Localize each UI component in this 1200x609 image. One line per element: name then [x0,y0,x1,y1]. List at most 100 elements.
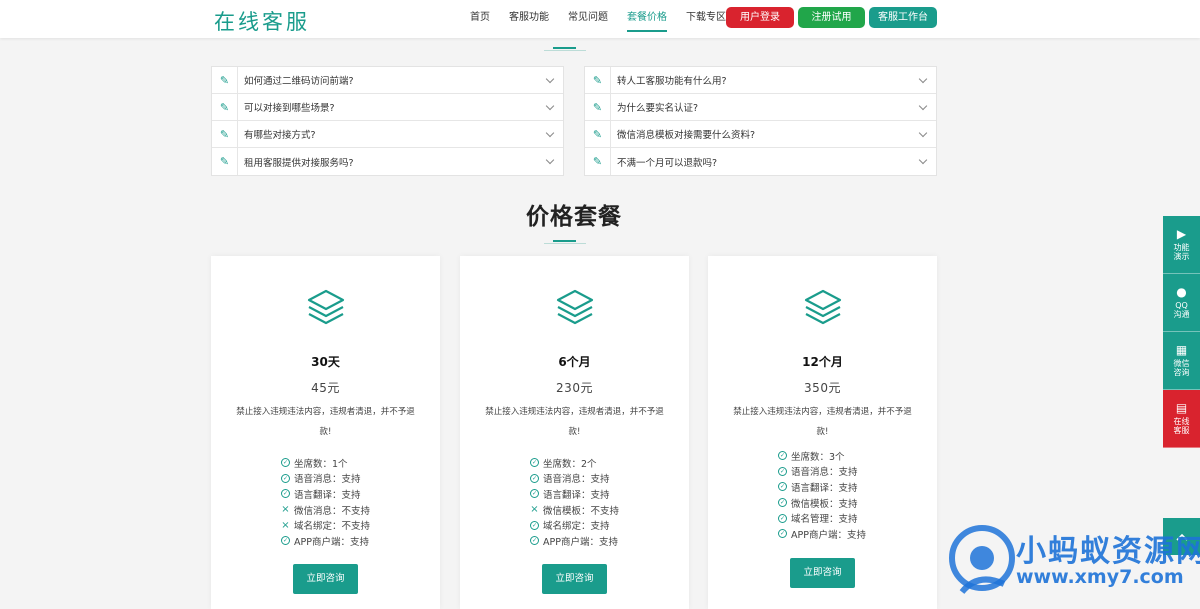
check-circle-icon: ✓ [530,473,539,483]
feature-item: ✓ 语言翻译：支持 [530,486,619,502]
site-logo[interactable]: 在线客服 [214,6,310,36]
feature-text: 坐席数：1个 [294,458,348,470]
faq-item[interactable]: ✎ 转人工客服功能有什么用? [585,66,936,94]
feature-item: ✓ 语音消息：支持 [530,471,619,487]
float-wechat[interactable]: ▦ 微信咨询 [1163,332,1200,390]
cross-icon: × [281,519,290,531]
feature-list: ✓ 坐席数：1个 ✓ 语音消息：支持 ✓ 语言翻译：支持 × 微信消息：不支持 × 域名绑… [281,455,370,549]
pencil-icon: ✎ [585,66,611,94]
qq-icon: ● [1176,285,1187,299]
faq-item[interactable]: ✎ 有哪些对接方式? [212,120,563,148]
pricing-card-6m: 6个月 230元 禁止接入违规违法内容，违规者清退，并不予退款! ✓ 坐席数：2个… [460,256,689,609]
feature-text: 语音消息：支持 [791,467,858,479]
nav-item-faq[interactable]: 常见问题 [568,0,608,36]
check-circle-icon: ✓ [778,498,787,508]
faq-item[interactable]: ✎ 如何通过二维码访问前端? [212,66,563,94]
pencil-icon: ✎ [585,120,611,148]
faq-question: 有哪些对接方式? [244,130,316,141]
site-header: 在线客服 首页 客服功能 常见问题 套餐价格 下载专区 用户登录 注册试用 客服… [0,0,1200,38]
watermark: 小蚂蚁资源网 www.xmy7.com [948,522,1200,604]
register-button[interactable]: 注册试用 [798,7,865,28]
feature-item: ✓ 微信模板：支持 [778,495,866,511]
consult-button[interactable]: 立即咨询 [542,564,607,594]
feature-text: 微信消息：不支持 [294,505,371,517]
feature-text: 语言翻译：支持 [543,489,610,501]
faq-item[interactable]: ✎ 为什么要实名认证? [585,93,936,121]
check-circle-icon: ✓ [281,536,290,546]
pricing-title: 价格套餐 [526,204,622,230]
feature-text: 微信模板：支持 [791,498,858,510]
check-circle-icon: ✓ [281,458,290,468]
faq-question: 租用客服提供对接服务吗? [244,157,354,169]
float-online-service[interactable]: ▤ 在线客服 [1163,390,1200,448]
main-nav: 首页 客服功能 常见问题 套餐价格 下载专区 [470,0,745,36]
feature-text: APP商户端：支持 [791,529,866,541]
nav-item-home[interactable]: 首页 [470,0,490,36]
check-circle-icon: ✓ [778,529,787,539]
workbench-button[interactable]: 客服工作台 [869,7,937,28]
feature-item: ✓ 语言翻译：支持 [778,479,866,495]
feature-item: × 微信消息：不支持 [281,502,370,518]
feature-item: × 域名绑定：不支持 [281,517,370,533]
qrcode-icon: ▦ [1175,343,1188,357]
check-circle-icon: ✓ [778,451,787,461]
play-icon: ▶ [1176,227,1187,241]
check-circle-icon: ✓ [530,489,539,499]
faq-item[interactable]: ✎ 不满一个月可以退款吗? [585,148,936,175]
nav-item-download[interactable]: 下载专区 [686,0,726,36]
feature-item: ✓ 语音消息：支持 [778,464,866,480]
faq-divider-accent [553,47,576,49]
pencil-icon: ✎ [212,120,238,148]
feature-text: APP商户端：支持 [543,536,618,548]
faq-item[interactable]: ✎ 租用客服提供对接服务吗? [212,148,563,175]
check-circle-icon: ✓ [281,489,290,499]
nav-item-pricing[interactable]: 套餐价格 [627,0,667,36]
faq-question: 不满一个月可以退款吗? [617,157,718,169]
faq-item[interactable]: ✎ 微信消息模板对接需要什么资料? [585,120,936,148]
feature-list: ✓ 坐席数：2个 ✓ 语音消息：支持 ✓ 语言翻译：支持 × 微信模板：不支持 ✓ 域名绑… [530,455,619,549]
feature-text: 语言翻译：支持 [791,482,858,494]
pencil-icon: ✎ [212,148,238,175]
faq-list-left: ✎ 如何通过二维码访问前端? ✎ 可以对接到哪些场景? ✎ 有哪些对接方式? ✎… [211,66,564,176]
float-demo[interactable]: ▶ 功能演示 [1163,216,1200,274]
plan-name: 6个月 [558,355,591,369]
feature-item: ✓ APP商户端：支持 [530,533,619,549]
feature-item: × 微信模板：不支持 [530,502,619,518]
nav-item-features[interactable]: 客服功能 [509,0,549,36]
plan-price: 350元 [804,381,841,395]
faq-question: 为什么要实名认证? [617,103,699,114]
float-label: 微信咨询 [1173,359,1190,377]
login-button[interactable]: 用户登录 [726,7,794,28]
consult-button[interactable]: 立即咨询 [790,558,855,588]
feature-text: 语音消息：支持 [543,474,610,486]
feature-text: 域名绑定：不支持 [294,521,371,533]
floating-sidebar: ▶ 功能演示 ● QQ沟通 ▦ 微信咨询 ▤ 在线客服 [1163,216,1200,448]
faq-question: 如何通过二维码访问前端? [244,76,354,87]
plan-price: 45元 [311,381,340,395]
feature-text: 坐席数：2个 [543,458,597,470]
plan-name: 30天 [311,355,340,369]
cross-icon: × [530,504,539,516]
plan-notice: 禁止接入违规违法内容，违规者清退，并不予退款! [236,407,415,437]
faq-question: 可以对接到哪些场景? [244,103,335,114]
feature-item: ✓ 语言翻译：支持 [281,486,370,502]
faq-question: 微信消息模板对接需要什么资料? [617,130,756,141]
check-circle-icon: ✓ [281,473,290,483]
feature-item: ✓ 坐席数：2个 [530,455,619,471]
check-circle-icon: ✓ [778,482,787,492]
float-qq[interactable]: ● QQ沟通 [1163,274,1200,332]
faq-item[interactable]: ✎ 可以对接到哪些场景? [212,93,563,121]
watermark-url: www.xmy7.com [1016,566,1184,588]
feature-text: 坐席数：3个 [791,451,845,463]
feature-text: 语音消息：支持 [294,474,361,486]
cross-icon: × [281,504,290,516]
feature-list: ✓ 坐席数：3个 ✓ 语音消息：支持 ✓ 语言翻译：支持 ✓ 微信模板：支持 ✓ 域名管理… [778,448,866,542]
feature-text: 语言翻译：支持 [294,489,361,501]
feature-item: ✓ 坐席数：3个 [778,448,866,464]
pencil-icon: ✎ [212,66,238,94]
faq-divider-line [544,50,586,51]
feature-text: 域名绑定：支持 [543,521,610,533]
chat-icon: ▤ [1175,401,1188,415]
consult-button[interactable]: 立即咨询 [293,564,358,594]
watermark-text: 小蚂蚁资源网 [1016,534,1200,569]
